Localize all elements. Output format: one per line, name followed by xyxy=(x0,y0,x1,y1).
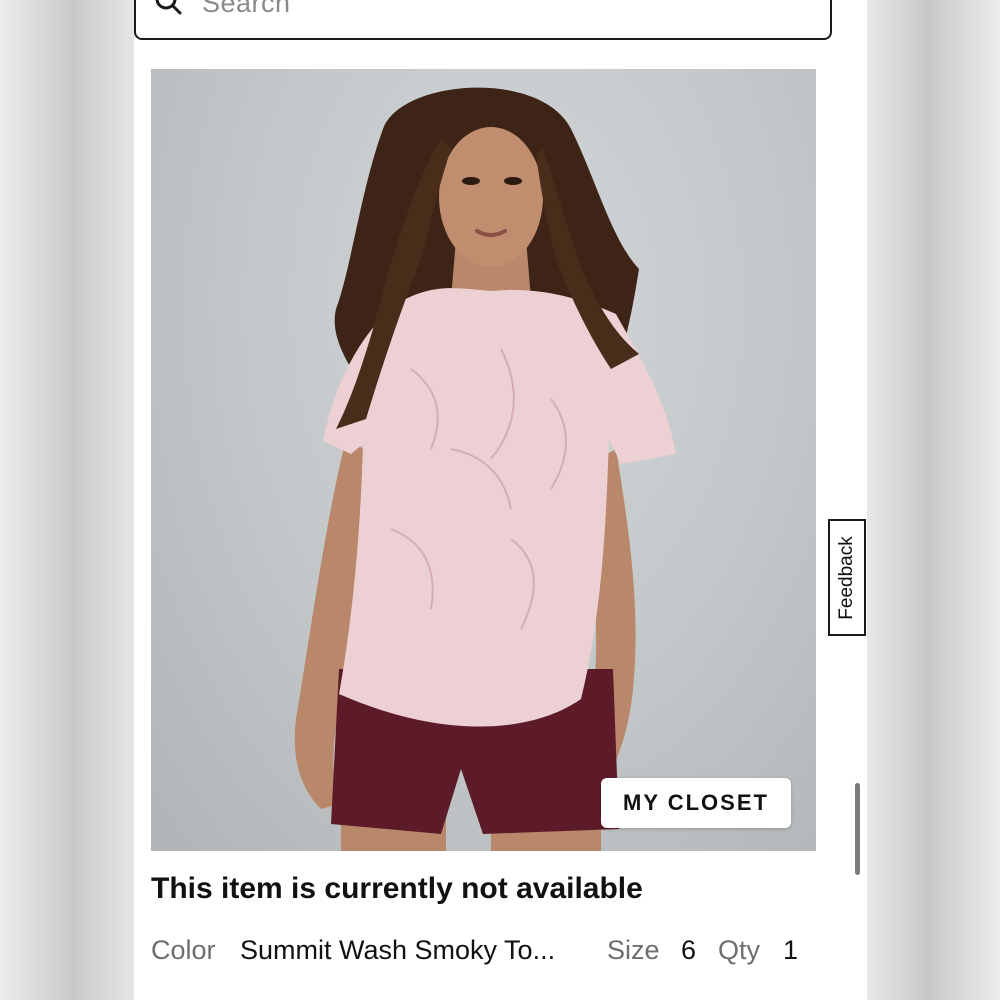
search-icon xyxy=(155,0,182,15)
background-right xyxy=(867,0,1000,1000)
model-photo xyxy=(294,87,676,851)
color-value: Summit Wash Smoky To... xyxy=(240,935,556,965)
product-details-row: Color Summit Wash Smoky To... Size 6 Qty… xyxy=(151,935,811,975)
background-left xyxy=(0,0,134,1000)
product-image[interactable] xyxy=(151,69,816,851)
size-value: 6 xyxy=(681,935,697,965)
size-label: Size xyxy=(607,935,660,965)
availability-status: This item is currently not available xyxy=(151,872,643,905)
feedback-tab[interactable]: Feedback xyxy=(828,519,866,636)
search-placeholder: Search xyxy=(202,0,291,18)
color-label: Color xyxy=(151,935,216,965)
scrollbar[interactable] xyxy=(855,783,860,875)
feedback-label: Feedback xyxy=(836,535,857,620)
my-closet-button[interactable]: MY CLOSET xyxy=(601,778,791,828)
face xyxy=(439,127,543,267)
qty-label: Qty xyxy=(718,935,761,965)
qty-value: 1 xyxy=(783,935,799,965)
